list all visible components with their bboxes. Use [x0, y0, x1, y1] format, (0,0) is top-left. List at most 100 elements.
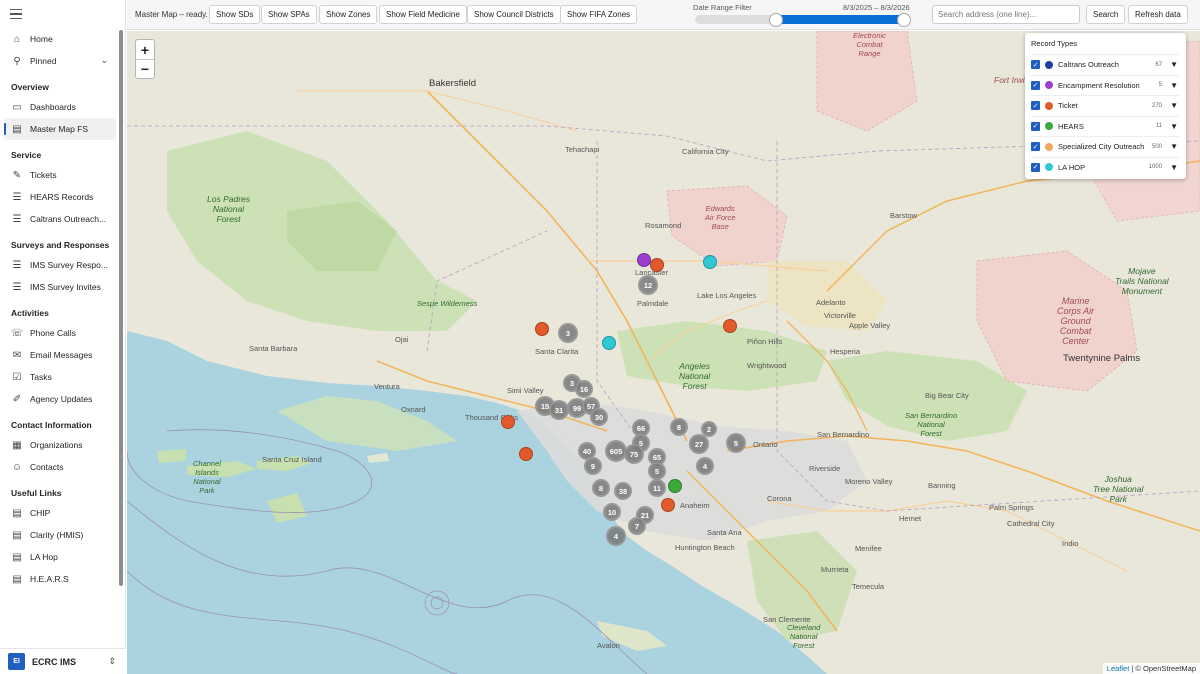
legend-item[interactable]: ✓ Ticket 270 ▼: [1031, 95, 1180, 116]
map-cluster[interactable]: 16: [575, 380, 593, 398]
sidebar-item-home[interactable]: ⌂ Home: [0, 28, 120, 50]
sidebar-item-tasks[interactable]: ☑ Tasks: [0, 366, 120, 388]
filter-icon[interactable]: ▼: [1170, 163, 1178, 172]
place-label: Santa Barbara: [249, 344, 298, 353]
show-fifa-zones-button[interactable]: Show FIFA Zones: [560, 5, 638, 24]
section-heading: Overview: [11, 82, 49, 92]
chevron-down-icon[interactable]: ⌄: [100, 55, 108, 66]
sidebar-item-pinned[interactable]: ⚲ Pinned ⌄: [0, 50, 120, 72]
show-sds-button[interactable]: Show SDs: [209, 5, 261, 24]
map-marker[interactable]: [519, 447, 533, 461]
place-label: Huntington Beach: [675, 543, 735, 552]
document-icon: ▤: [12, 529, 22, 541]
sidebar-item-contacts[interactable]: ☺ Contacts: [0, 456, 120, 478]
map-cluster[interactable]: 75: [624, 444, 644, 464]
sidebar-item-email-messages[interactable]: ✉ Email Messages: [0, 344, 120, 366]
map-marker[interactable]: [661, 498, 675, 512]
list-icon: ☰: [12, 213, 22, 225]
legend-item[interactable]: ✓ LA HOP 1000 ▼: [1031, 156, 1180, 178]
map-marker[interactable]: [723, 319, 737, 333]
map-marker[interactable]: [501, 415, 515, 429]
checkbox-checked-icon[interactable]: ✓: [1031, 142, 1040, 152]
refresh-data-button[interactable]: Refresh data: [1128, 5, 1188, 24]
address-search-input[interactable]: [932, 5, 1080, 24]
sidebar-item-hears[interactable]: ▤ H.E.A.R.S: [0, 568, 120, 590]
sidebar-item-hears-records[interactable]: ☰ HEARS Records: [0, 186, 120, 208]
sidebar-item-master-map[interactable]: ▤ Master Map FS: [4, 118, 116, 140]
map-cluster[interactable]: 38: [614, 482, 632, 500]
place-label: Bakersfield: [429, 78, 476, 89]
checkbox-checked-icon[interactable]: ✓: [1031, 121, 1040, 131]
map-cluster[interactable]: 3: [558, 323, 578, 343]
hamburger-menu-icon[interactable]: [10, 9, 22, 20]
map-cluster[interactable]: 7: [628, 517, 646, 535]
sidebar-item-chip[interactable]: ▤ CHIP: [0, 502, 120, 524]
checkbox-checked-icon[interactable]: ✓: [1031, 162, 1040, 172]
filter-icon[interactable]: ▼: [1170, 122, 1178, 131]
legend-item[interactable]: ✓ Specialized City Outreach 500 ▼: [1031, 136, 1180, 157]
document-icon: ▤: [12, 123, 22, 135]
map-cluster[interactable]: 9: [584, 457, 602, 475]
checkbox-checked-icon[interactable]: ✓: [1031, 80, 1040, 90]
filter-icon[interactable]: ▼: [1170, 60, 1178, 69]
map-cluster[interactable]: 4: [606, 526, 626, 546]
map-marker[interactable]: [668, 479, 682, 493]
map-marker[interactable]: [602, 336, 616, 350]
leaflet-link[interactable]: Leaflet: [1107, 664, 1130, 673]
map-cluster[interactable]: 11: [648, 479, 666, 497]
date-range-end-handle[interactable]: [896, 13, 911, 27]
show-council-districts-button[interactable]: Show Council Districts: [467, 5, 561, 24]
filter-icon[interactable]: ▼: [1170, 142, 1178, 151]
legend-item[interactable]: ✓ Caltrans Outreach 67 ▼: [1031, 54, 1180, 75]
show-zones-button[interactable]: Show Zones: [319, 5, 378, 24]
checkbox-checked-icon[interactable]: ✓: [1031, 101, 1040, 111]
zoom-in-button[interactable]: +: [136, 40, 154, 59]
zoom-out-button[interactable]: −: [136, 59, 154, 78]
sidebar-item-caltrans-outreach[interactable]: ☰ Caltrans Outreach...: [0, 208, 120, 230]
app-switcher[interactable]: EI ECRC IMS ⇕: [0, 648, 126, 674]
legend-item[interactable]: ✓ Encampment Resolution 5 ▼: [1031, 74, 1180, 96]
sidebar-item-la-hop[interactable]: ▤ LA Hop: [0, 546, 120, 568]
sidebar-item-phone-calls[interactable]: ☏ Phone Calls: [0, 322, 120, 344]
military-label: Edwards Air Force Base: [705, 204, 736, 231]
map-cluster[interactable]: 12: [638, 275, 658, 295]
show-spas-button[interactable]: Show SPAs: [261, 5, 317, 24]
search-button[interactable]: Search: [1086, 5, 1126, 24]
sidebar-item-label: Contacts: [30, 462, 64, 472]
map-marker[interactable]: [703, 255, 717, 269]
map-view[interactable]: Bakersfield Lancaster Palmdale Santa Cla…: [127, 31, 1200, 674]
map-marker[interactable]: [650, 258, 664, 272]
map-cluster[interactable]: 4: [696, 457, 714, 475]
edit-icon: ✐: [12, 393, 22, 405]
sidebar-item-dashboards[interactable]: ▭ Dashboards: [0, 96, 120, 118]
checkbox-checked-icon[interactable]: ✓: [1031, 60, 1040, 70]
map-cluster[interactable]: 5: [648, 462, 666, 480]
map-cluster[interactable]: 5: [726, 433, 746, 453]
place-label: Anaheim: [680, 501, 710, 510]
map-marker[interactable]: [637, 253, 651, 267]
sidebar-item-ims-survey-responses[interactable]: ☰ IMS Survey Respo...: [0, 254, 120, 276]
place-label: Big Bear City: [925, 391, 969, 400]
show-field-medicine-button[interactable]: Show Field Medicine: [379, 5, 467, 24]
map-cluster[interactable]: 27: [689, 434, 709, 454]
map-cluster[interactable]: 8: [592, 479, 610, 497]
sidebar-item-label: HEARS Records: [30, 192, 94, 202]
sidebar-item-ims-survey-invites[interactable]: ☰ IMS Survey Invites: [0, 276, 120, 298]
map-cluster[interactable]: 31: [549, 400, 569, 420]
person-icon: ☺: [11, 461, 23, 473]
map-cluster[interactable]: 30: [590, 408, 608, 426]
sidebar-item-organizations[interactable]: ▦ Organizations: [0, 434, 120, 456]
section-heading: Activities: [11, 308, 49, 318]
date-range-slider[interactable]: [695, 15, 908, 24]
legend-item[interactable]: ✓ HEARS 11 ▼: [1031, 115, 1180, 137]
sidebar-item-clarity[interactable]: ▤ Clarity (HMIS): [0, 524, 120, 546]
filter-icon[interactable]: ▼: [1170, 81, 1178, 90]
sidebar-item-tickets[interactable]: ✎ Tickets: [0, 164, 120, 186]
map-cluster[interactable]: 10: [603, 503, 621, 521]
filter-icon[interactable]: ▼: [1170, 101, 1178, 110]
date-range-start-handle[interactable]: [768, 13, 783, 27]
map-cluster[interactable]: 8: [670, 418, 688, 436]
sidebar-item-agency-updates[interactable]: ✐ Agency Updates: [0, 388, 120, 410]
map-marker[interactable]: [535, 322, 549, 336]
sidebar-scrollbar[interactable]: [119, 30, 123, 586]
